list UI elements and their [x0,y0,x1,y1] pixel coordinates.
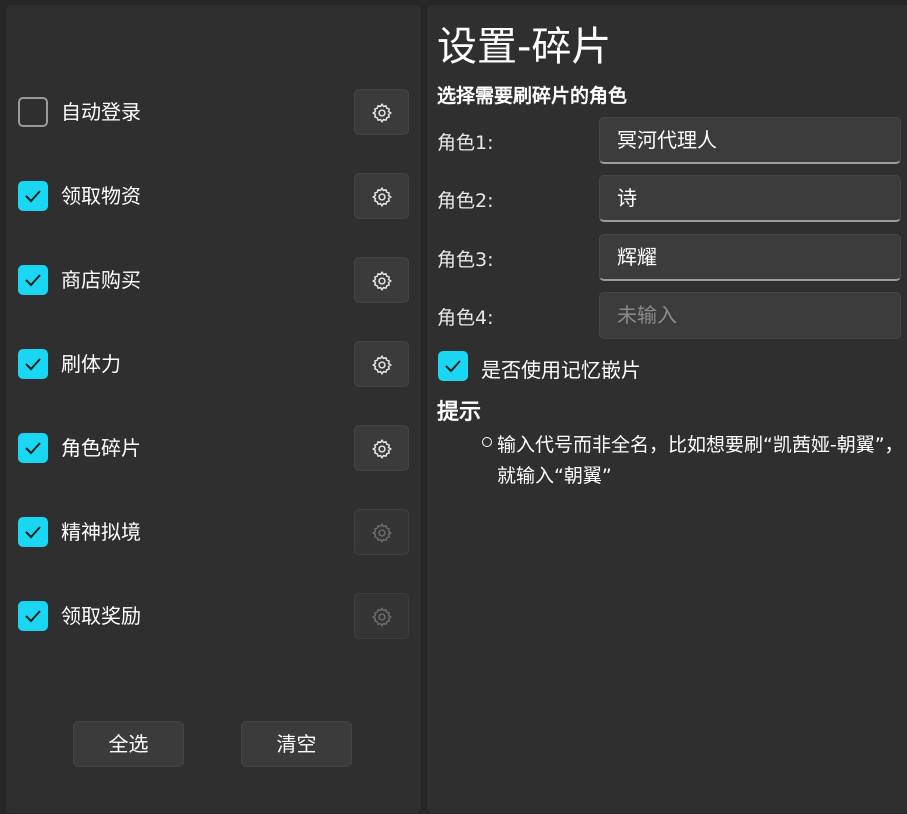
task-row-character-fragments: 角色碎片 [18,424,410,472]
gear-icon [372,103,392,123]
task-label: 角色碎片 [61,436,141,460]
task-row-stamina: 刷体力 [18,340,410,388]
task-row-mental-simulation: 精神拟境 [18,508,410,556]
task-label: 领取奖励 [61,604,141,628]
role-1-label: 角色1: [437,132,494,154]
section-subtitle: 选择需要刷碎片的角色 [437,85,628,107]
select-all-button[interactable]: 全选 [73,721,184,767]
gear-icon [372,523,392,543]
character-fragments-checkbox[interactable] [18,433,48,463]
auto-login-checkbox[interactable] [18,97,48,127]
gear-icon [372,607,392,627]
shop-purchase-settings-button[interactable] [354,257,409,303]
check-icon [25,442,41,455]
page-title: 设置-碎片 [437,24,612,70]
character-fragments-settings-button[interactable] [354,425,409,471]
collect-rewards-checkbox[interactable] [18,601,48,631]
role-2-label: 角色2: [437,190,494,212]
check-icon [25,610,41,623]
check-icon [25,526,41,539]
circle-bullet-icon [482,437,492,447]
check-icon [25,274,41,287]
role-3-input[interactable]: 辉耀 [599,234,901,281]
collect-supplies-checkbox[interactable] [18,181,48,211]
task-row-shop-purchase: 商店购买 [18,256,410,304]
gear-icon [372,355,392,375]
gear-icon [372,439,392,459]
tip-text: 输入代号而非全名，比如想要刷“凯茜娅-朝翼”，就输入“朝翼” [497,434,904,487]
use-memory-label: 是否使用记忆嵌片 [481,358,641,382]
task-row-auto-login: 自动登录 [18,88,410,136]
mental-simulation-settings-button [354,509,409,555]
role-4-label: 角色4: [437,307,494,329]
role-1-input[interactable]: 冥河代理人 [599,117,901,164]
task-row-collect-rewards: 领取奖励 [18,592,410,640]
stamina-settings-button[interactable] [354,341,409,387]
task-label: 刷体力 [61,352,121,376]
use-memory-checkbox[interactable] [438,351,468,381]
gear-icon [372,271,392,291]
check-icon [25,190,41,203]
shop-purchase-checkbox[interactable] [18,265,48,295]
task-label: 商店购买 [61,268,141,292]
task-row-collect-supplies: 领取物资 [18,172,410,220]
mental-simulation-checkbox[interactable] [18,517,48,547]
role-4-input[interactable]: 未输入 [599,292,901,339]
collect-rewards-settings-button [354,593,409,639]
task-label: 领取物资 [61,184,141,208]
role-3-label: 角色3: [437,249,494,271]
task-list-panel: 自动登录 领取物资 商店购买 刷体力 角色碎片 精神拟境 领取奖励 全选 清空 [5,4,422,814]
settings-panel: 设置-碎片 选择需要刷碎片的角色 角色1: 冥河代理人 角色2: 诗 角色3: … [426,4,907,814]
role-2-input[interactable]: 诗 [599,175,901,222]
collect-supplies-settings-button[interactable] [354,173,409,219]
stamina-checkbox[interactable] [18,349,48,379]
auto-login-settings-button[interactable] [354,89,409,135]
task-label: 精神拟境 [61,520,141,544]
task-label: 自动登录 [61,100,141,124]
tips-heading: 提示 [437,400,482,425]
check-icon [25,358,41,371]
gear-icon [372,187,392,207]
clear-button[interactable]: 清空 [241,721,352,767]
check-icon [445,360,461,373]
